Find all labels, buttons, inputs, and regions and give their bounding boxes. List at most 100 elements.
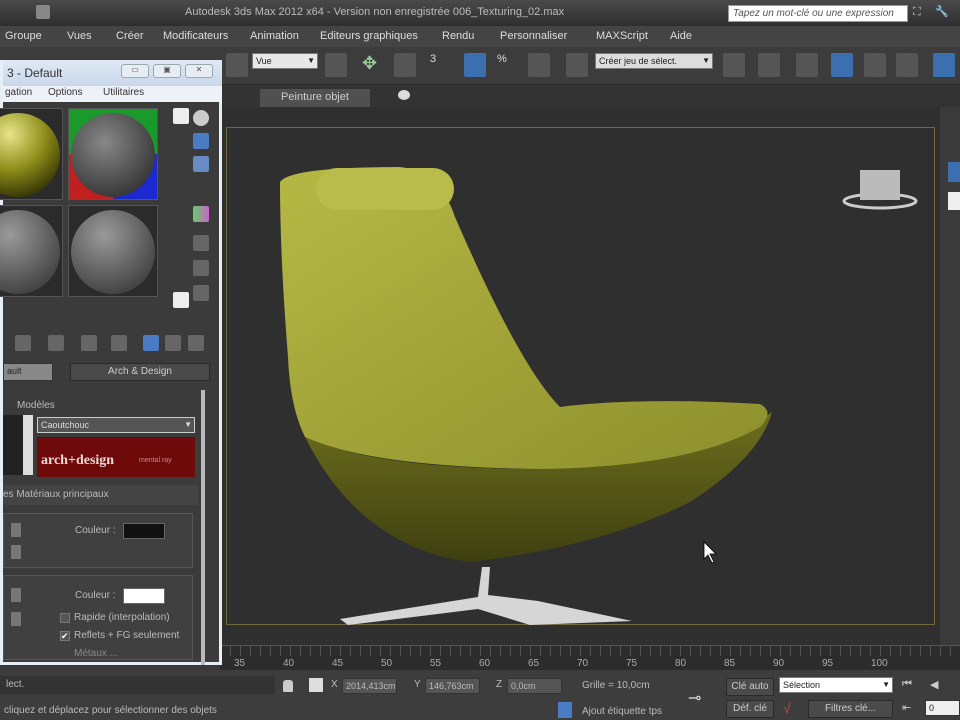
- select-by-material-icon[interactable]: [193, 285, 209, 301]
- schematic-view-icon[interactable]: [896, 53, 918, 77]
- align-icon[interactable]: [758, 53, 780, 77]
- spinner[interactable]: [11, 523, 21, 537]
- menu-utilitaires[interactable]: Utilitaires: [103, 87, 144, 98]
- timeline-ruler[interactable]: 35 40 45 50 55 60 65 70 75 80 85 90 95 1…: [220, 645, 960, 670]
- prev-frame-icon[interactable]: ◀: [930, 678, 938, 691]
- lock-icon[interactable]: [283, 680, 293, 692]
- material-slot-checker[interactable]: [68, 108, 158, 200]
- percent-snap-icon[interactable]: %: [497, 53, 519, 77]
- timeline-tick: 95: [822, 658, 834, 669]
- spinner[interactable]: [11, 588, 21, 602]
- menu-options[interactable]: Options: [48, 87, 82, 98]
- pick-material-icon[interactable]: [15, 335, 31, 351]
- menu-groupe[interactable]: Groupe: [5, 30, 42, 42]
- reflect-fg-checkbox[interactable]: ✔: [60, 631, 70, 641]
- snap-3d-icon[interactable]: 3: [430, 53, 452, 77]
- menu-animation[interactable]: Animation: [250, 30, 299, 42]
- go-to-parent-icon[interactable]: [165, 335, 181, 351]
- graphite-tools-icon[interactable]: [831, 53, 853, 77]
- key-filters-button[interactable]: Filtres clé...: [808, 700, 893, 718]
- material-editor-window[interactable]: 3 - Default ▭ ▣ ✕ gation Options Utilita…: [0, 60, 222, 665]
- diffuse-color-swatch[interactable]: [123, 523, 165, 539]
- goto-start-icon[interactable]: ⏮: [902, 678, 912, 691]
- ribbon-toggle-icon[interactable]: [398, 90, 410, 100]
- spinner-snap-icon[interactable]: [528, 53, 550, 77]
- close-button[interactable]: ✕: [185, 64, 213, 78]
- quick-access-icon[interactable]: [36, 5, 50, 19]
- angle-snap-icon[interactable]: [464, 53, 486, 77]
- reference-coord-dropdown[interactable]: Vue: [252, 53, 318, 69]
- mirror-icon[interactable]: [723, 53, 745, 77]
- menu-modificateurs[interactable]: Modificateurs: [163, 30, 228, 42]
- material-editor-icon[interactable]: [933, 53, 955, 77]
- set-key-button[interactable]: Déf. clé: [726, 700, 774, 718]
- tab-peinture-objet[interactable]: Peinture objet: [260, 89, 370, 107]
- current-frame-field[interactable]: 0: [925, 700, 960, 716]
- show-map-icon[interactable]: [111, 335, 127, 351]
- named-selection-dropdown[interactable]: Créer jeu de sélect.: [595, 53, 713, 69]
- pivot-icon[interactable]: [325, 53, 347, 77]
- key-filter-curve-icon[interactable]: √: [783, 700, 791, 716]
- x-coordinate-field[interactable]: 2014,413cm: [342, 678, 397, 694]
- fast-interpolation-checkbox[interactable]: [60, 613, 70, 623]
- material-name-field[interactable]: ault: [3, 363, 53, 381]
- move-icon[interactable]: ✥: [362, 53, 384, 77]
- uv-tiling-icon[interactable]: [193, 156, 209, 172]
- scrollbar[interactable]: [201, 390, 205, 665]
- y-coordinate-field[interactable]: 146,763cm: [425, 678, 480, 694]
- go-forward-icon[interactable]: [188, 335, 204, 351]
- menu-editeurs-graphiques[interactable]: Editeurs graphiques: [320, 30, 418, 42]
- color-check-icon[interactable]: [193, 206, 209, 222]
- menu-aide[interactable]: Aide: [670, 30, 692, 42]
- maxscript-listener[interactable]: lect.: [0, 676, 275, 694]
- material-editor-title-bar[interactable]: 3 - Default ▭ ▣ ✕: [3, 60, 222, 86]
- material-slot-yellow[interactable]: [0, 108, 63, 200]
- sample-type-icon[interactable]: [173, 108, 189, 124]
- material-slot-gray-1[interactable]: [0, 205, 63, 297]
- add-time-tag[interactable]: Ajout étiquette tps: [582, 706, 662, 717]
- spinner[interactable]: [11, 612, 21, 626]
- key-mode-dropdown[interactable]: Sélection: [779, 677, 893, 693]
- keyboard-shortcut-icon[interactable]: [394, 53, 416, 77]
- menu-personnaliser[interactable]: Personnaliser: [500, 30, 567, 42]
- spinner[interactable]: [11, 545, 21, 559]
- material-id-icon[interactable]: [81, 335, 97, 351]
- command-panel[interactable]: [940, 107, 960, 645]
- chair-model[interactable]: [220, 107, 940, 645]
- create-icon[interactable]: [948, 162, 960, 182]
- help-icon[interactable]: 🔧: [935, 5, 949, 18]
- show-end-result-icon[interactable]: [143, 335, 159, 351]
- key-mode-toggle-icon[interactable]: ⇤: [902, 701, 911, 714]
- key-icon[interactable]: ⊸: [688, 688, 701, 708]
- put-to-library-icon[interactable]: [48, 335, 64, 351]
- z-coordinate-field[interactable]: 0,0cm: [507, 678, 562, 694]
- menu-creer[interactable]: Créer: [116, 30, 144, 42]
- curve-editor-icon[interactable]: [864, 53, 886, 77]
- templates-list[interactable]: [3, 415, 33, 475]
- menu-vues[interactable]: Vues: [67, 30, 92, 42]
- command-tab[interactable]: [948, 192, 960, 210]
- select-link-icon[interactable]: [226, 53, 248, 77]
- absolute-mode-icon[interactable]: [309, 678, 323, 692]
- backlight-icon[interactable]: [193, 110, 209, 126]
- maximize-button[interactable]: ▣: [153, 64, 181, 78]
- material-type-button[interactable]: Arch & Design: [70, 363, 210, 381]
- menu-navigation[interactable]: gation: [5, 87, 32, 98]
- time-tag-icon[interactable]: [558, 702, 572, 718]
- edit-named-selection-icon[interactable]: [566, 53, 588, 77]
- binoculars-icon[interactable]: ⛶: [913, 6, 927, 20]
- menu-rendu[interactable]: Rendu: [442, 30, 474, 42]
- layer-manager-icon[interactable]: [796, 53, 818, 77]
- scroll-down-icon[interactable]: [173, 292, 189, 308]
- auto-key-button[interactable]: Clé auto: [726, 678, 774, 696]
- search-input[interactable]: Tapez un mot-clé ou une expression: [728, 5, 908, 22]
- reflection-color-swatch[interactable]: [123, 588, 165, 604]
- make-preview-icon[interactable]: [193, 235, 209, 251]
- options-icon[interactable]: [193, 260, 209, 276]
- background-icon[interactable]: [193, 133, 209, 149]
- template-dropdown[interactable]: Caoutchouc: [37, 417, 195, 433]
- minimize-button[interactable]: ▭: [121, 64, 149, 78]
- menu-maxscript[interactable]: MAXScript: [596, 30, 648, 42]
- rollout-header[interactable]: es Matériaux principaux: [3, 485, 198, 505]
- material-slot-gray-2[interactable]: [68, 205, 158, 297]
